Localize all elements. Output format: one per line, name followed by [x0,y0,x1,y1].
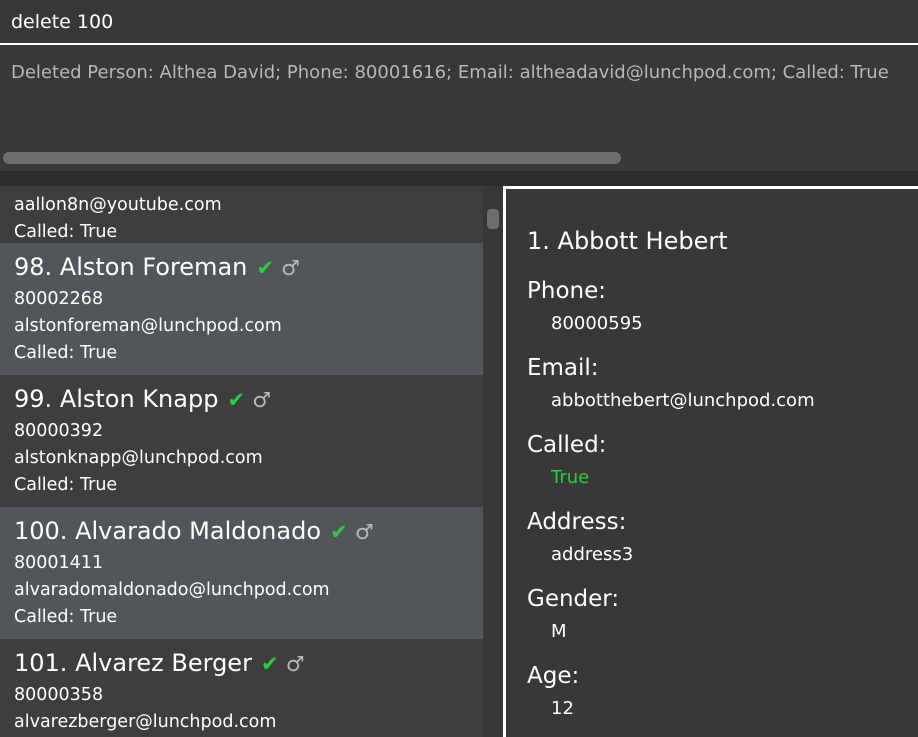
person-called: Called: True [14,222,118,242]
check-icon: ✔ [330,520,348,544]
detail-phone-label: Phone: [527,278,606,304]
person-phone: 80001411 [14,553,104,573]
command-box [0,0,918,45]
check-icon: ✔ [227,388,246,412]
male-icon: ♂ [354,520,374,544]
panel-divider [0,171,918,186]
detail-address-label: Address: [527,509,627,535]
check-icon: ✔ [256,256,275,280]
person-phone: 80000358 [14,685,104,705]
person-email: aallon8n@youtube.com [14,195,222,215]
list-item[interactable]: 99. Alston Knapp ✔ ♂ 80000392 alstonknap… [0,375,483,507]
command-input[interactable] [11,8,911,36]
check-icon: ✔ [261,652,279,676]
detail-phone-value: 80000595 [551,313,643,334]
detail-email-value: abbotthebert@lunchpod.com [551,390,815,411]
person-name: 99. Alston Knapp [14,385,219,413]
result-horizontal-scrollbar[interactable] [3,152,621,164]
person-name: 100. Alvarado Maldonado [14,517,322,545]
person-list[interactable]: aallon8n@youtube.com Called: True 98. Al… [0,186,483,737]
person-called: Called: True [14,475,118,495]
list-scrollbar-track[interactable] [483,186,503,737]
result-display: Deleted Person: Althea David; Phone: 800… [0,47,918,171]
person-phone: 80000392 [14,421,104,441]
person-email: alvaradomaldonado@lunchpod.com [14,580,330,600]
person-email: alvarezberger@lunchpod.com [14,712,277,732]
detail-email-label: Email: [527,355,599,381]
person-called: Called: True [14,607,118,627]
person-name: 101. Alvarez Berger [14,649,252,677]
person-name-row: 99. Alston Knapp ✔ ♂ [14,385,271,413]
list-scrollbar-thumb[interactable] [487,209,499,229]
list-item[interactable]: aallon8n@youtube.com Called: True [0,186,483,243]
person-email: alstonforeman@lunchpod.com [14,316,282,336]
person-phone: 80002268 [14,289,104,309]
detail-age-value: 12 [551,698,574,719]
detail-address-value: address3 [551,544,634,565]
detail-gender-label: Gender: [527,586,620,612]
person-name-row: 101. Alvarez Berger ✔ ♂ [14,649,305,677]
result-text: Deleted Person: Althea David; Phone: 800… [11,62,889,83]
person-detail-panel: 1. Abbott Hebert Phone: 80000595 Email: … [503,186,918,737]
person-called: Called: True [14,343,118,363]
male-icon: ♂ [252,388,272,412]
detail-gender-value: M [551,621,567,642]
person-email: alstonknapp@lunchpod.com [14,448,263,468]
male-icon: ♂ [285,652,305,676]
detail-called-value: True [551,467,590,488]
list-item[interactable]: 98. Alston Foreman ✔ ♂ 80002268 alstonfo… [0,243,483,375]
list-item[interactable]: 101. Alvarez Berger ✔ ♂ 80000358 alvarez… [0,639,483,737]
person-name-row: 98. Alston Foreman ✔ ♂ [14,253,300,281]
detail-called-label: Called: [527,432,607,458]
list-item[interactable]: 100. Alvarado Maldonado ✔ ♂ 80001411 alv… [0,507,483,639]
detail-title: 1. Abbott Hebert [527,227,728,255]
detail-age-label: Age: [527,663,580,689]
male-icon: ♂ [281,256,300,280]
person-name: 98. Alston Foreman [14,253,248,281]
person-name-row: 100. Alvarado Maldonado ✔ ♂ [14,517,374,545]
